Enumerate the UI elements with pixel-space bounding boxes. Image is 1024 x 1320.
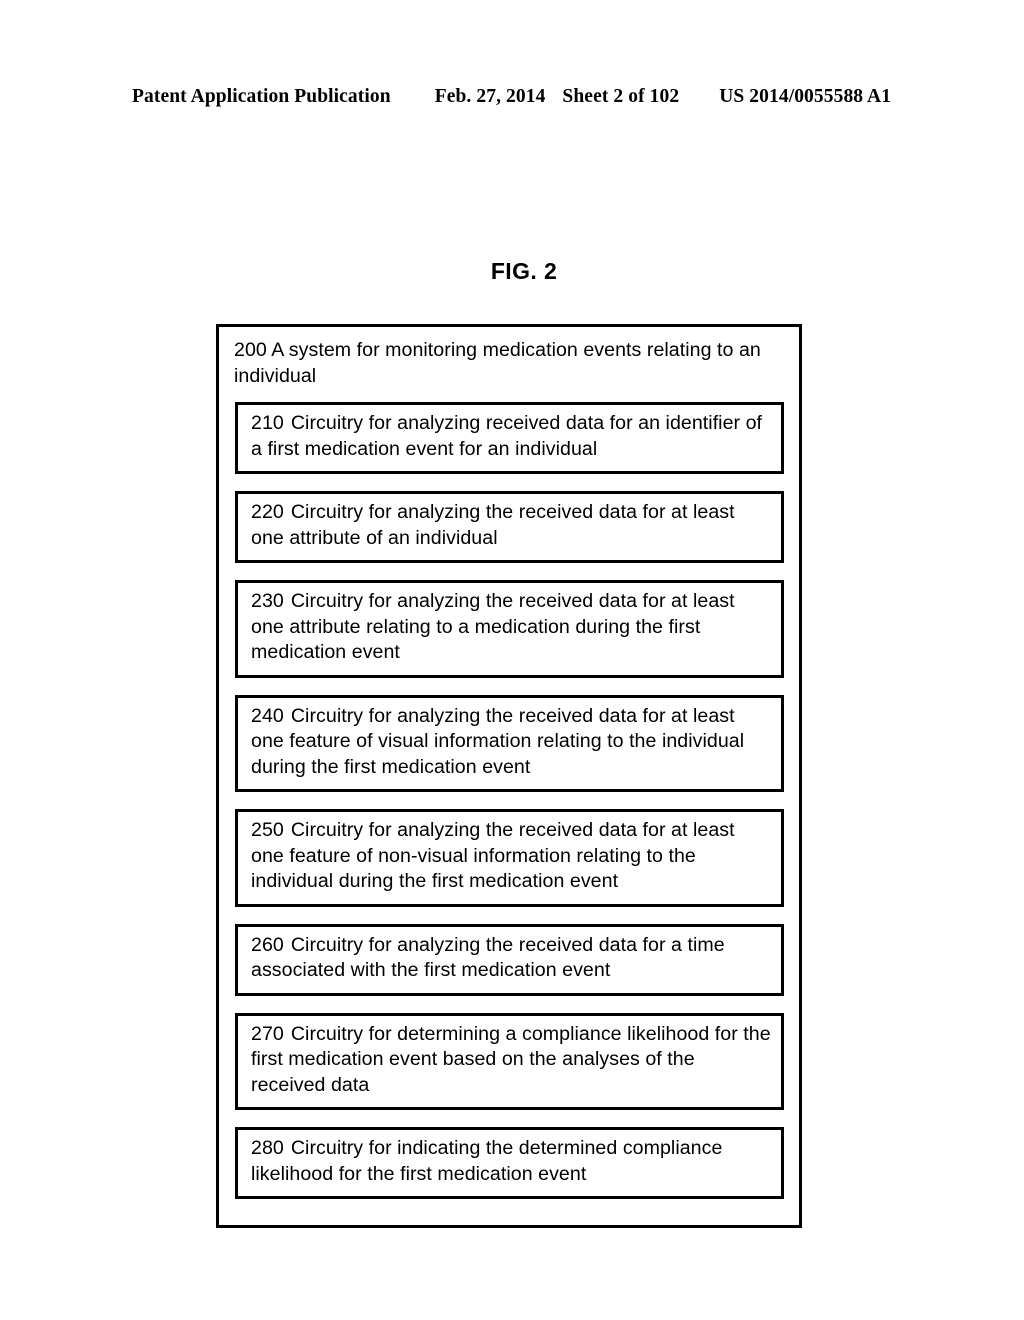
circuitry-block-210: 210 Circuitry for analyzing received data…: [235, 402, 784, 474]
circuitry-block-text: Circuitry for analyzing received data fo…: [251, 412, 763, 460]
circuitry-block-number: 220: [251, 501, 284, 523]
header-sheet-label: Sheet 2 of 102: [562, 86, 680, 107]
circuitry-block-260: 260 Circuitry for analyzing the received …: [235, 923, 784, 996]
circuitry-block-270: 270 Circuitry for determining a complianc…: [235, 1012, 784, 1110]
circuitry-block-text: Circuitry for analyzing the received dat…: [251, 933, 725, 982]
circuitry-block-280: 280 Circuitry for indicating the determin…: [235, 1127, 784, 1199]
circuitry-block-240: 240 Circuitry for analyzing the received …: [235, 694, 784, 792]
circuitry-block-230: 230 Circuitry for analyzing the received …: [235, 580, 784, 678]
header-publication-label: Patent Application Publication: [132, 86, 391, 107]
page-header: Patent Application Publication Feb. 27, …: [132, 86, 891, 112]
header-patent-number: US 2014/0055588 A1: [719, 86, 892, 107]
figure-label-text: FIG. 2: [490, 258, 558, 284]
figure-label: FIG. 2: [0, 258, 1024, 285]
circuitry-block-list: 210 Circuitry for analyzing received data…: [219, 402, 799, 1199]
circuitry-block-text: Circuitry for analyzing the received dat…: [251, 590, 735, 663]
circuitry-block-number: 280: [251, 1137, 284, 1159]
circuitry-block-text: Circuitry for analyzing the received dat…: [251, 501, 735, 549]
circuitry-block-number: 270: [251, 1022, 284, 1045]
circuitry-block-220: 220 Circuitry for analyzing the received …: [235, 491, 784, 563]
circuitry-block-250: 250 Circuitry for analyzing the received …: [235, 809, 784, 907]
circuitry-block-number: 260: [251, 933, 284, 956]
circuitry-block-text: Circuitry for analyzing the received dat…: [251, 819, 735, 892]
circuitry-block-number: 240: [251, 704, 284, 727]
header-date-label: Feb. 27, 2014: [434, 86, 546, 107]
circuitry-block-number: 210: [251, 412, 284, 434]
system-block-200: 200 A system for monitoring medication e…: [216, 324, 802, 1228]
system-block-200-title: 200 A system for monitoring medication e…: [234, 339, 761, 387]
circuitry-block-text: Circuitry for determining a compliance l…: [251, 1022, 771, 1096]
circuitry-block-number: 230: [251, 590, 284, 612]
circuitry-block-number: 250: [251, 819, 284, 841]
circuitry-block-text: Circuitry for analyzing the received dat…: [251, 704, 745, 778]
circuitry-block-text: Circuitry for indicating the determined …: [251, 1137, 723, 1185]
